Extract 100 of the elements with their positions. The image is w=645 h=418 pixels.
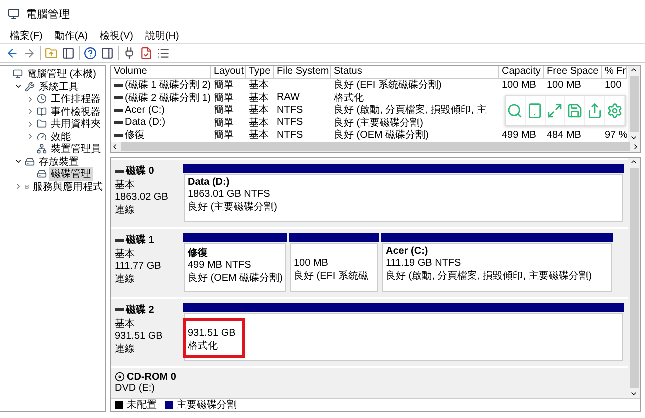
checked-document-icon[interactable]	[140, 46, 153, 60]
partition[interactable]: 100 MB 良好 (EFI 系統磁	[290, 243, 378, 292]
partition-status: 良好 (OEM 磁碟分割)	[188, 272, 282, 286]
collapsed-chevron-icon[interactable]	[26, 94, 35, 104]
tree-item[interactable]: 效能	[49, 130, 73, 144]
table-cell-text: 簡單	[214, 116, 234, 130]
partition-size: 931.51 GB	[188, 328, 237, 339]
scroll-up-icon[interactable]	[630, 66, 638, 74]
tree-item[interactable]: 裝置管理員	[49, 142, 103, 156]
disk-type: DVD (E:)	[115, 382, 156, 394]
disk-state: 連線	[115, 204, 136, 217]
table-cell-text: 良好 (OEM 磁碟分割)	[334, 128, 429, 142]
disc-icon	[115, 372, 125, 382]
vertical-scrollbar[interactable]	[628, 158, 640, 398]
horizontal-scrollbar[interactable]	[111, 142, 640, 152]
disk-size: 111.77 GB	[115, 261, 162, 272]
disk-state: 連線	[115, 342, 136, 356]
partition-size: 1863.01 GB NTFS	[188, 189, 272, 200]
forward-icon[interactable]	[23, 46, 36, 60]
clock-icon	[37, 94, 47, 104]
scroll-right-icon[interactable]	[632, 142, 640, 151]
tree-item[interactable]: 工作排程器	[49, 92, 103, 106]
scroll-up-icon[interactable]	[630, 158, 638, 166]
scroll-down-icon[interactable]	[630, 390, 638, 398]
disk-size: 1863.02 GB	[115, 192, 170, 203]
panel-icon[interactable]	[101, 46, 114, 60]
scroll-left-icon[interactable]	[111, 142, 119, 151]
vertical-scrollbar[interactable]	[628, 66, 640, 142]
disk-name: 磁碟 0	[126, 164, 154, 178]
column-header[interactable]: Free Space	[544, 66, 602, 79]
partition-size: 499 MB NTFS	[188, 260, 252, 272]
table-cell-text: 修復	[125, 129, 145, 142]
disk-type: 基本	[115, 178, 136, 192]
back-icon[interactable]	[6, 46, 19, 60]
table-cell-text: 簡單	[214, 129, 234, 142]
tree-item[interactable]: 服務與應用程式	[31, 180, 105, 194]
tree-item[interactable]: 共用資料夾	[49, 117, 103, 132]
partition[interactable]: 931.51 GB 格式化	[184, 312, 623, 361]
gauge-icon	[37, 132, 47, 142]
menu-item[interactable]: 檔案(F)	[10, 28, 43, 42]
list-icon[interactable]	[157, 46, 170, 60]
partition-status: 良好 (主要磁碟分割)	[188, 200, 278, 214]
table-cell-text: 良好 (主要磁碟分割)	[334, 116, 424, 130]
table-cell-text: 基本	[249, 116, 269, 130]
table-cell-text: 基本	[249, 128, 269, 142]
plug-icon[interactable]	[123, 46, 136, 60]
menu-item[interactable]: 動作(A)	[54, 28, 88, 42]
table-cell-text: 簡單	[214, 92, 234, 105]
partition[interactable]: 修復 499 MB NTFS 良好 (OEM 磁碟分割)	[184, 243, 286, 292]
settings-icon[interactable]	[606, 102, 623, 118]
tree-item[interactable]: 磁碟管理	[49, 167, 93, 182]
column-header[interactable]: Layout	[211, 66, 246, 79]
disk-name: 磁碟 1	[126, 234, 154, 248]
disk-type: 基本	[115, 318, 136, 331]
drive-icon	[25, 156, 35, 167]
menu-item[interactable]: 檢視(V)	[100, 28, 134, 42]
table-cell: NTFS	[277, 130, 304, 141]
partition-name: Acer (C:)	[386, 246, 428, 258]
partition[interactable]: Data (D:) 1863.01 GB NTFS 良好 (主要磁碟分割)	[184, 174, 623, 222]
table-cell-text: 基本	[249, 104, 269, 118]
tree-item[interactable]: 電腦管理 (本機)	[25, 67, 98, 82]
share-icon[interactable]	[586, 102, 603, 118]
partition-status: 良好 (啟動, 分頁檔案, 損毀傾印, 主要磁碟分割)	[386, 270, 594, 284]
partition-name: Data (D:)	[188, 177, 230, 188]
table-cell: 100 MB	[547, 80, 582, 91]
table-cell-text: 基本	[249, 78, 269, 92]
column-header[interactable]: Type	[246, 66, 274, 79]
table-cell-text: 良好 (啟動, 分頁檔案, 損毀傾印, 主	[334, 104, 487, 118]
panel-icon[interactable]	[62, 46, 75, 60]
disk-type: 基本	[115, 248, 136, 262]
app-icon	[8, 8, 20, 20]
tree-item[interactable]: 系統工具	[37, 80, 81, 94]
disk-state: 連線	[115, 272, 136, 286]
column-header[interactable]: Volume	[111, 66, 211, 79]
column-header[interactable]: % Fr	[602, 66, 627, 79]
drive-icon	[37, 169, 47, 180]
save-icon[interactable]	[566, 102, 583, 118]
table-cell: Data (D:)	[125, 117, 166, 128]
collapsed-chevron-icon[interactable]	[14, 182, 23, 192]
help-icon[interactable]	[84, 46, 97, 60]
column-header[interactable]: File System	[274, 66, 331, 79]
table-cell: 100	[605, 80, 622, 91]
search-icon[interactable]	[507, 102, 524, 118]
table-cell-text: 簡單	[214, 79, 234, 92]
tree-item[interactable]: 存放裝置	[37, 154, 81, 169]
partition-status: 格式化	[188, 340, 219, 353]
tree-item[interactable]: 事件檢視器	[49, 104, 103, 119]
partition-status: 良好 (EFI 系統磁	[294, 270, 370, 284]
menu-item[interactable]: 說明(H)	[145, 28, 180, 42]
table-cell-text: 良好 (EFI 系統磁碟分割)	[334, 78, 442, 92]
expand-icon[interactable]	[547, 102, 564, 118]
tablet-icon[interactable]	[527, 102, 544, 118]
collapsed-chevron-icon[interactable]	[26, 132, 35, 142]
table-cell-text: 格式化	[334, 92, 364, 104]
collapsed-chevron-icon[interactable]	[26, 120, 35, 129]
table-cell: NTFS	[277, 117, 304, 128]
collapsed-chevron-icon[interactable]	[26, 107, 35, 116]
column-header[interactable]: Capacity	[499, 66, 544, 79]
column-header[interactable]: Status	[331, 66, 499, 79]
partition[interactable]: Acer (C:) 111.19 GB NTFS 良好 (啟動, 分頁檔案, 損毀傾印, 主要磁碟分割)	[382, 243, 612, 292]
